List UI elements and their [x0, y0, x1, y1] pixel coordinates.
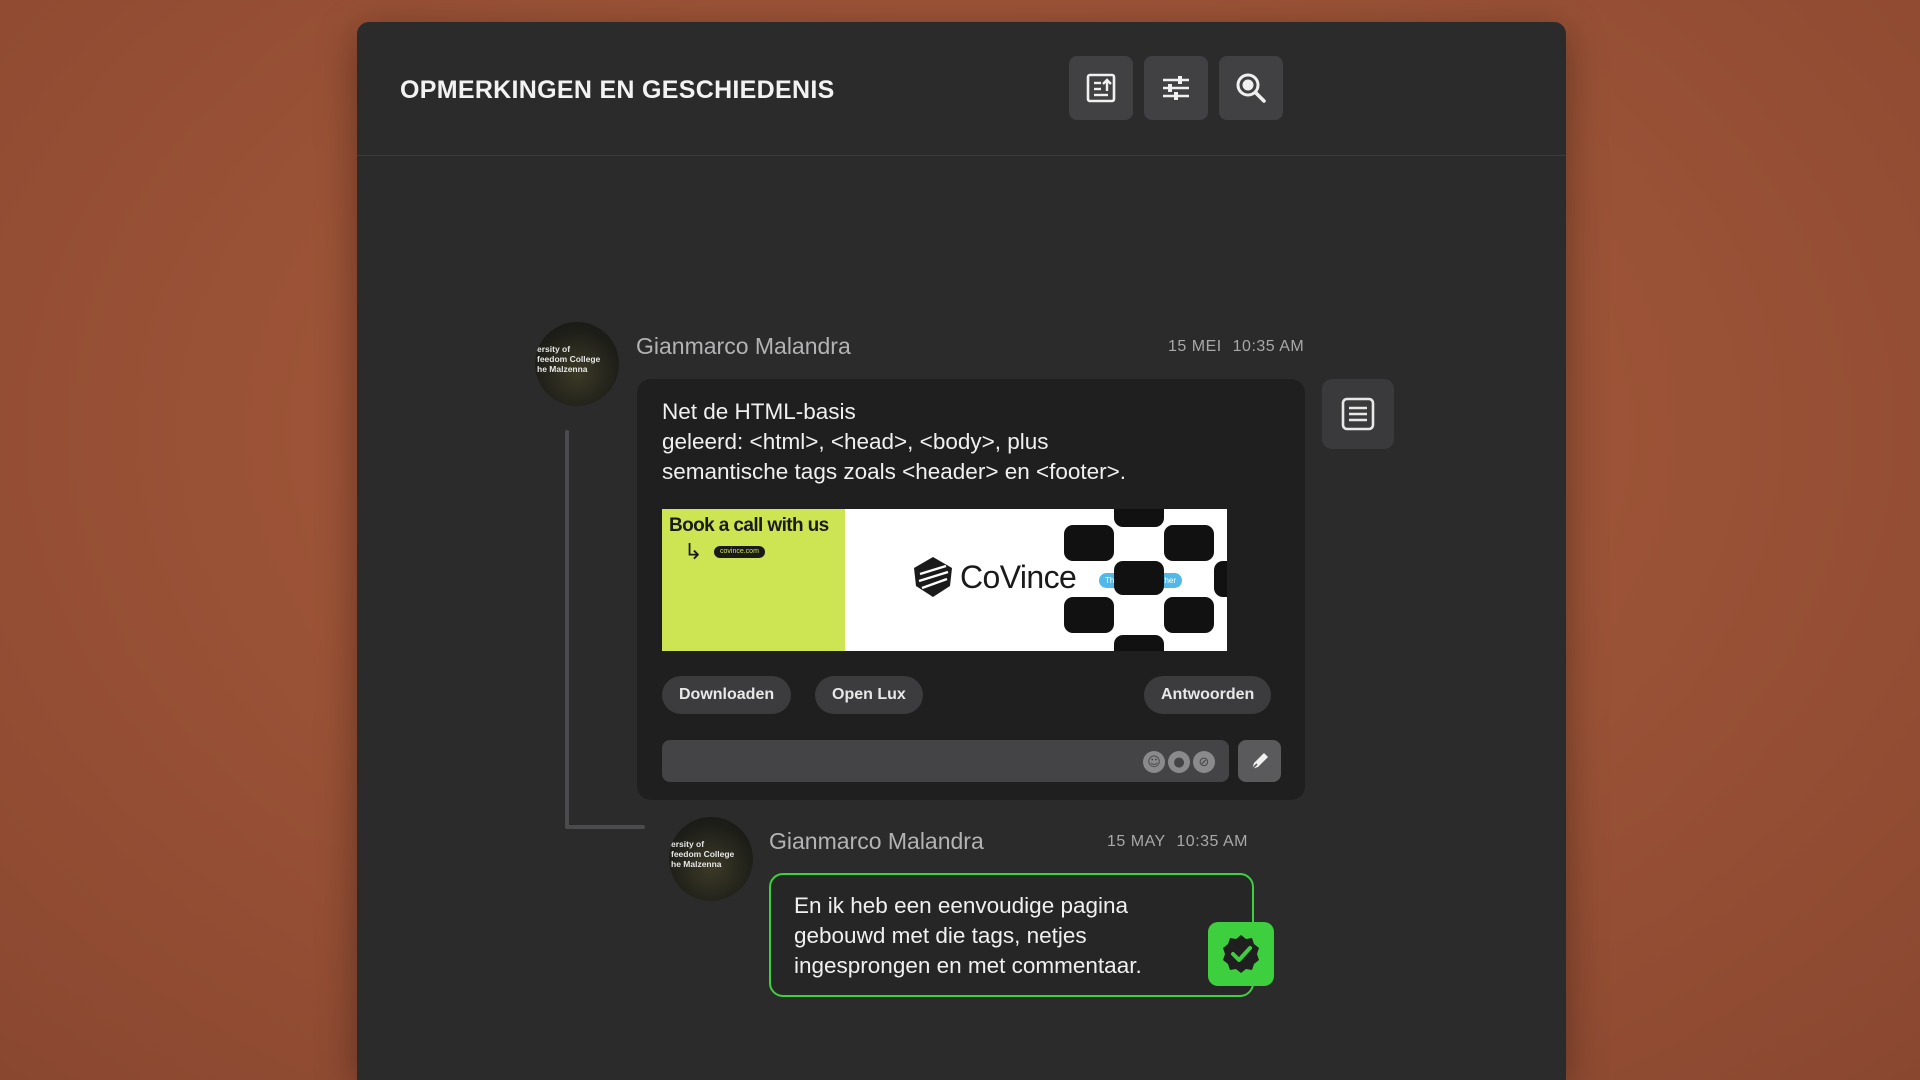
reply-input-tools: ☺ ● ⊘: [1143, 751, 1215, 773]
comment-card: Net de HTML-basis geleerd: <html>, <head…: [637, 379, 1305, 800]
filter-button[interactable]: [1144, 56, 1208, 120]
pattern-shape: [1064, 525, 1114, 561]
brand-name: CoVince: [960, 559, 1077, 595]
banner-cta-text: Book a call with us: [669, 515, 829, 536]
attach-icon[interactable]: ⊘: [1193, 751, 1215, 773]
reply-date: 15 MAY: [1107, 833, 1166, 850]
thread-connector: [565, 430, 569, 828]
search-icon: [1236, 73, 1266, 103]
verified-check-icon: [1223, 935, 1259, 973]
panel-header: OPMERKINGEN EN GESCHIEDENIS: [357, 22, 1566, 156]
comment-timestamp: 15 MEI 10:35 AM: [1168, 338, 1304, 356]
pen-icon: [1250, 753, 1268, 770]
pattern-shape: [1214, 561, 1227, 597]
avatar[interactable]: ersity of feedom College he Malzenna: [669, 817, 753, 901]
verified-badge: [1208, 922, 1274, 986]
banner-url: covince.com: [714, 546, 765, 558]
download-button[interactable]: Downloaden: [662, 676, 792, 714]
reply-bubble: En ik heb een eenvoudige pagina gebouwd …: [769, 873, 1254, 997]
pattern-shape: [1164, 597, 1214, 633]
comment-text: Net de HTML-basis geleerd: <html>, <head…: [662, 399, 1127, 484]
pattern-shape: [1114, 561, 1164, 595]
pattern-shape: [1164, 525, 1214, 561]
reply-author[interactable]: Gianmarco Malandra: [769, 828, 984, 855]
send-button[interactable]: [1238, 740, 1281, 782]
reply-time: 10:35 AM: [1176, 833, 1248, 850]
comment-date: 15 MEI: [1168, 338, 1222, 355]
comment-author[interactable]: Gianmarco Malandra: [636, 333, 851, 360]
thread-connector-branch: [565, 825, 645, 829]
open-lux-button[interactable]: Open Lux: [815, 676, 923, 714]
comment-time: 10:35 AM: [1232, 338, 1305, 355]
mention-icon[interactable]: ●: [1168, 751, 1190, 773]
brand-logo-icon: [914, 557, 952, 597]
sliders-icon: [1163, 76, 1189, 100]
pattern-shape: [1064, 597, 1114, 633]
arrow-icon: ↳: [684, 540, 703, 565]
comment-menu-button[interactable]: [1322, 379, 1394, 449]
reply-button[interactable]: Antwoorden: [1144, 676, 1272, 714]
reply-timestamp: 15 MAY 10:35 AM: [1107, 833, 1248, 851]
avatar-image-text: ersity of feedom College he Malzenna: [671, 839, 735, 869]
attachment-image[interactable]: Book a call with us ↳ covince.com CoVinc…: [662, 509, 1227, 651]
avatar[interactable]: ersity of feedom College he Malzenna: [535, 322, 619, 406]
banner-cta-panel: Book a call with us ↳ covince.com: [662, 509, 845, 651]
pattern-shape: [1114, 635, 1164, 651]
emoji-icon[interactable]: ☺: [1143, 751, 1165, 773]
panel-title: OPMERKINGEN EN GESCHIEDENIS: [400, 76, 835, 104]
export-icon: [1086, 73, 1116, 103]
search-button[interactable]: [1219, 56, 1283, 120]
export-button[interactable]: [1069, 56, 1133, 120]
avatar-image-text: ersity of feedom College he Malzenna: [537, 344, 601, 374]
pattern-shape: [1114, 509, 1164, 527]
list-icon: [1341, 397, 1375, 431]
reply-text: En ik heb een eenvoudige pagina gebouwd …: [794, 893, 1142, 978]
